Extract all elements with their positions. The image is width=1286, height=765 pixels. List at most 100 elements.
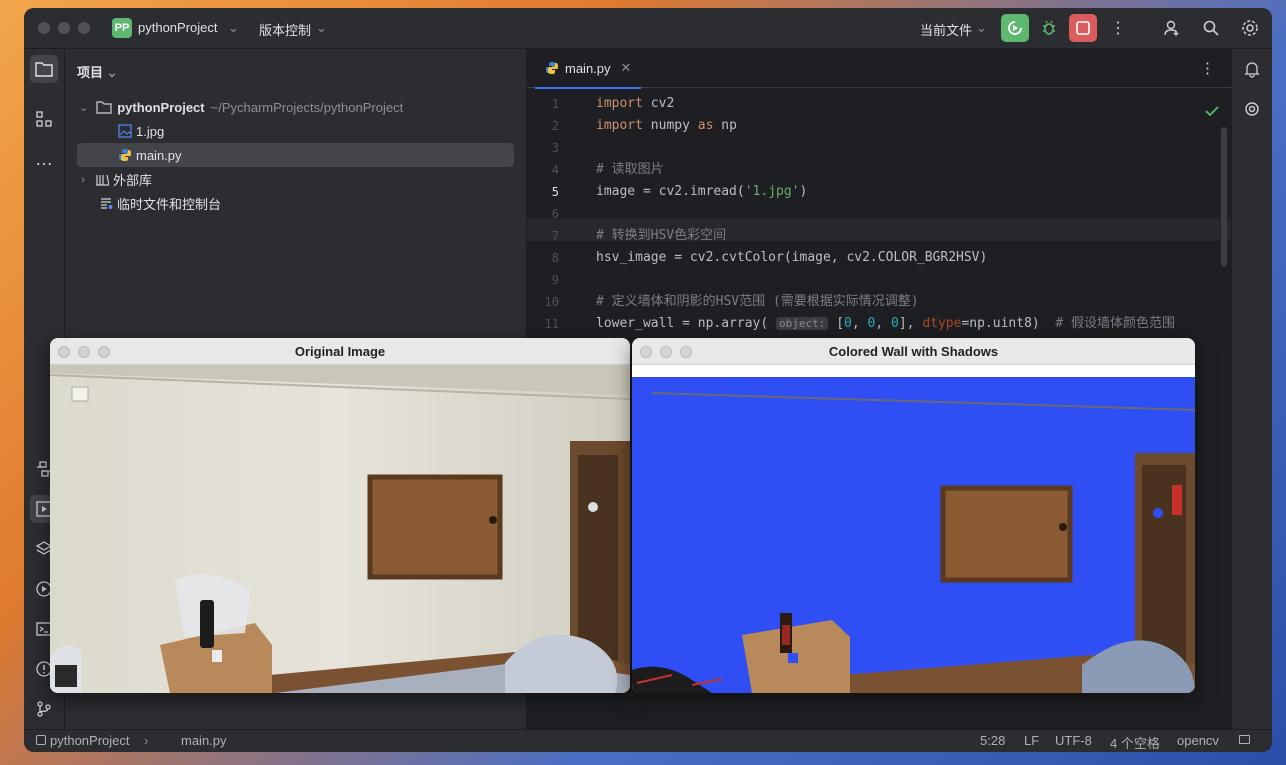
run-icon — [1008, 21, 1022, 35]
external-libs-label: 外部库 — [113, 172, 153, 188]
tree-file-row[interactable]: 1.jpg — [65, 119, 526, 143]
window-title: Colored Wall with Shadows — [828, 344, 999, 359]
ai-icon — [1245, 102, 1259, 116]
chevron-right-icon[interactable]: › — [81, 172, 85, 186]
line-number: 10 — [544, 295, 559, 309]
line-number: 1 — [551, 97, 559, 111]
tree-file-row-selected[interactable]: main.py — [77, 143, 514, 167]
minimize-window-button[interactable] — [58, 22, 70, 34]
close-tab-icon[interactable]: ✕ — [621, 60, 632, 76]
segmented-room-image — [632, 377, 1195, 693]
line-number: 7 — [551, 229, 559, 243]
line-number: 3 — [551, 141, 559, 155]
root-folder-path: ~/PycharmProjects/pythonProject — [210, 99, 404, 115]
add-user-button[interactable] — [1158, 14, 1186, 42]
library-icon — [96, 174, 109, 186]
line-number: 4 — [551, 163, 559, 177]
file-name: 1.jpg — [136, 123, 165, 139]
caret-position[interactable]: 5:28 — [980, 733, 1005, 748]
chevron-down-icon: ⌄ — [976, 20, 987, 35]
git-button[interactable] — [30, 695, 58, 723]
python-interpreter[interactable]: opencv — [1177, 733, 1219, 748]
folder-icon — [35, 62, 53, 77]
room-photo-image — [50, 365, 630, 693]
tab-main-py[interactable]: main.py ✕ — [535, 49, 642, 89]
editor-tab-bar: main.py ✕ ⋮ — [527, 49, 1231, 89]
python-file-icon — [546, 62, 558, 74]
tab-label: main.py — [565, 60, 611, 76]
window-title-bar[interactable]: Colored Wall with Shadows — [632, 338, 1195, 365]
search-icon — [1203, 20, 1219, 36]
run-config-selector[interactable]: 当前文件 — [920, 20, 972, 39]
stop-button[interactable] — [1069, 14, 1097, 42]
chevron-down-icon: ⌄ — [228, 20, 239, 35]
notifications-button[interactable] — [1238, 55, 1266, 83]
title-bar: PP pythonProject ⌄ 版本控制 ⌄ 当前文件 ⌄ ⋮ — [24, 8, 1272, 49]
run-button[interactable] — [1001, 14, 1029, 42]
more-icon: ⋮ — [1200, 60, 1215, 77]
status-file[interactable]: main.py — [181, 733, 227, 748]
more-toolwindows-button[interactable]: … — [30, 145, 58, 173]
indent-setting[interactable]: 4 个空格 — [1110, 733, 1160, 752]
zoom-window-button[interactable] — [78, 22, 90, 34]
chevron-right-icon: › — [144, 733, 149, 748]
more-actions-button[interactable]: ⋮ — [1104, 14, 1132, 42]
colored-wall-window[interactable]: Colored Wall with Shadows — [632, 338, 1195, 693]
code-line: # 定义墙体和阴影的HSV范围 (需要根据实际情况调整) — [596, 294, 919, 309]
colored-photo — [632, 365, 1195, 693]
status-project[interactable]: pythonProject — [50, 733, 130, 748]
python-file-icon — [119, 149, 131, 161]
file-name: main.py — [136, 147, 182, 163]
project-panel-title[interactable]: 项目 ⌄ — [77, 62, 118, 81]
project-toolwindow-button[interactable] — [30, 55, 58, 83]
parameter-hint: object: — [776, 317, 829, 330]
scratches-label: 临时文件和控制台 — [117, 196, 222, 212]
line-number: 6 — [551, 207, 559, 221]
vcs-menu[interactable]: 版本控制 — [259, 20, 311, 39]
add-user-icon — [1164, 20, 1179, 36]
code-line: image = cv2.imread('1.jpg') — [596, 184, 808, 199]
image-file-icon — [118, 124, 132, 138]
code-line: import numpy as np — [596, 118, 737, 133]
structure-toolwindow-button[interactable] — [30, 105, 58, 133]
tree-root-row[interactable]: ⌄ pythonProject ~/PycharmProjects/python… — [65, 95, 526, 119]
chevron-down-icon: ⌄ — [316, 20, 327, 35]
lock-icon[interactable] — [1239, 735, 1250, 744]
tab-options-button[interactable]: ⋮ — [1200, 59, 1215, 77]
project-badge[interactable]: PP — [112, 18, 132, 38]
scratches-icon — [101, 198, 113, 209]
checkmark-icon — [1205, 106, 1219, 117]
settings-icon — [1242, 20, 1258, 36]
chevron-down-icon[interactable]: ⌄ — [79, 101, 88, 114]
project-selector[interactable]: pythonProject — [138, 20, 218, 35]
more-icon: … — [35, 148, 53, 169]
tree-scratches-row[interactable]: 临时文件和控制台 — [65, 191, 526, 215]
close-window-button[interactable] — [38, 22, 50, 34]
chevron-down-icon: ⌄ — [106, 65, 118, 80]
tree-external-libs-row[interactable]: › 外部库 — [65, 167, 526, 191]
line-separator[interactable]: LF — [1024, 733, 1039, 748]
debug-button[interactable] — [1035, 14, 1063, 42]
git-icon — [37, 701, 51, 717]
project-icon — [36, 735, 46, 745]
line-number: 11 — [544, 317, 559, 331]
code-line: lower_wall = np.array( object: [0, 0, 0]… — [596, 316, 1176, 331]
root-folder-name: pythonProject — [117, 99, 205, 115]
line-number: 9 — [551, 273, 559, 287]
line-number: 5 — [551, 185, 559, 199]
original-image-window[interactable]: Original Image — [50, 338, 630, 693]
ai-assistant-button[interactable] — [1238, 95, 1266, 123]
structure-icon — [36, 111, 52, 127]
code-line: # 转换到HSV色彩空间 — [596, 228, 727, 243]
line-number: 2 — [551, 119, 559, 133]
settings-button[interactable] — [1236, 14, 1264, 42]
bell-icon — [1244, 62, 1260, 78]
vertical-scrollbar[interactable] — [1221, 127, 1227, 267]
search-button[interactable] — [1197, 14, 1225, 42]
right-tool-bar — [1231, 49, 1272, 730]
code-line: hsv_image = cv2.cvtColor(image, cv2.COLO… — [596, 250, 988, 265]
file-encoding[interactable]: UTF-8 — [1055, 733, 1092, 748]
code-line: import cv2 — [596, 96, 675, 111]
line-number: 8 — [551, 251, 559, 265]
window-title-bar[interactable]: Original Image — [50, 338, 630, 365]
